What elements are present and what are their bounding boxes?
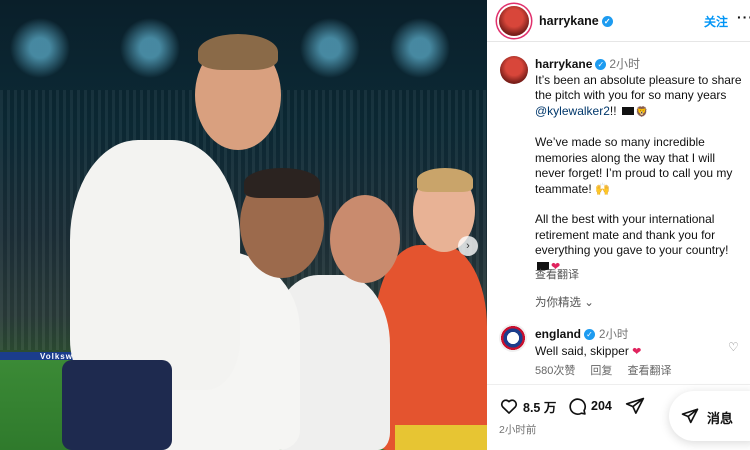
post-caption: harrykane ✓ 2小时 It’s been an absolute plea… (535, 57, 745, 275)
comment-icon (569, 398, 587, 415)
comment-like-icon[interactable]: ♡ (728, 340, 739, 354)
send-icon (625, 397, 645, 414)
author-username[interactable]: harrykane ✓ (539, 14, 613, 28)
mention-link[interactable]: @kylewalker2 (535, 104, 610, 118)
comment-meta: 580次赞 回复 查看翻译 (535, 362, 683, 378)
caption-avatar[interactable] (500, 56, 528, 84)
comment-likes-count[interactable]: 580次赞 (535, 365, 575, 377)
england-avatar[interactable] (499, 324, 527, 352)
black-square-emoji (621, 106, 634, 115)
post-header: harrykane✓ 关注 ··· (487, 0, 750, 42)
divider (487, 384, 750, 385)
red-heart-emoji: ❤ (632, 346, 642, 358)
send-icon (681, 408, 699, 424)
share-button[interactable] (625, 396, 645, 416)
follow-button[interactable]: 关注 (704, 13, 728, 30)
post-detail-panel: harrykane✓ 关注 ··· harrykane✓2小时 It’s bee… (487, 0, 750, 450)
player-kane-shorts (62, 360, 172, 450)
player-kane-hair (198, 34, 278, 70)
goalkeeper-shorts (395, 425, 487, 450)
like-button[interactable]: 8.5 万 (499, 396, 556, 416)
caption-time: 2小时 (609, 57, 641, 71)
caption-text-1-end: !! (609, 103, 620, 118)
likes-count: 8.5 万 (523, 400, 557, 415)
player-ramsdale-body (375, 245, 487, 450)
caption-text-3: All the best with your international ret… (535, 212, 729, 257)
caption-username[interactable]: harrykane (535, 57, 592, 71)
comment-button[interactable]: 204 (567, 396, 612, 416)
lion-emoji: 🦁 (635, 106, 649, 118)
comment-time: 2小时 (599, 329, 629, 341)
caption-text-1: It’s been an absolute pleasure to share … (535, 72, 742, 103)
player-walker-hair (244, 168, 320, 198)
messages-label: 消息 (707, 411, 734, 426)
verified-icon: ✓ (584, 329, 596, 340)
heart-icon (500, 399, 518, 414)
author-username-text[interactable]: harrykane (539, 14, 599, 28)
post-time: 2小时前 (499, 424, 537, 436)
verified-icon: ✓ (595, 59, 607, 70)
comment-username[interactable]: england (535, 327, 581, 341)
comment-text: Well said, skipper (535, 344, 629, 358)
comment-translate-link[interactable]: 查看翻译 (627, 365, 671, 377)
for-you-picks-dropdown[interactable]: 为你精选 ⌄ (535, 294, 594, 310)
post-photo[interactable]: Volkswagen › (0, 0, 487, 450)
next-image-button[interactable]: › (458, 236, 478, 256)
caption-text-2: We’ve made so many incredible memories a… (535, 135, 733, 196)
verified-icon: ✓ (601, 16, 613, 27)
comments-count: 204 (591, 399, 612, 413)
player-kane-body (70, 140, 240, 390)
player-henderson-head (330, 195, 400, 283)
comment-item: england ✓ 2小时 Well said, skipper ❤ (535, 326, 735, 360)
player-ramsdale-hair (417, 168, 473, 192)
author-avatar[interactable] (499, 6, 529, 36)
messages-button[interactable]: 消息 (669, 391, 750, 441)
more-options-icon[interactable]: ··· (737, 9, 750, 25)
comment-reply-button[interactable]: 回复 (590, 365, 612, 377)
caption-translate-link[interactable]: 查看翻译 (535, 266, 579, 282)
